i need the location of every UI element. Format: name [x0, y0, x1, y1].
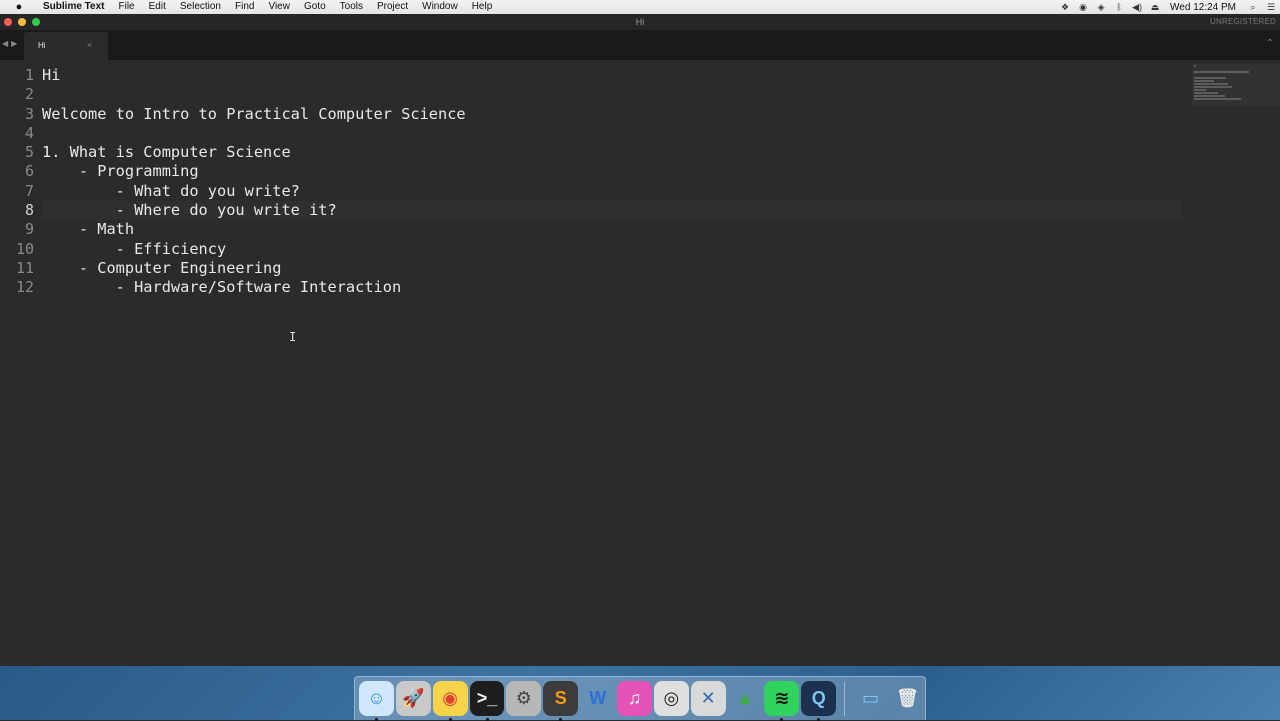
code-line[interactable]: Hi [42, 66, 1182, 85]
line-number: 9 [24, 220, 34, 239]
line-number: 5 [24, 143, 34, 162]
minimap-line [1194, 77, 1227, 79]
tab-previous-icon[interactable]: ◀ [2, 39, 8, 48]
minimap-line [1194, 92, 1218, 94]
minimap-line [1194, 65, 1197, 67]
menu-file[interactable]: File [112, 0, 142, 14]
line-number: 7 [24, 181, 34, 200]
minimap-line [1194, 83, 1228, 85]
line-number: 10 [15, 239, 34, 258]
code-line[interactable]: - Hardware/Software Interaction [42, 278, 1182, 297]
line-number: 4 [24, 123, 34, 142]
minimap[interactable] [1192, 64, 1280, 106]
chevron-up-icon[interactable]: ⌃ [1266, 38, 1274, 49]
code-line[interactable]: Welcome to Intro to Practical Computer S… [42, 105, 1182, 124]
editor-area[interactable]: 1 2 3 4 5 6 7 8 9 10 11 12 Hi Welcome to Intro to Pr… [0, 60, 1280, 666]
spotlight-search-icon[interactable]: ⌕ [1244, 2, 1262, 13]
code-line[interactable]: - Math [42, 220, 1182, 239]
apple-menu-icon[interactable]: ● [12, 1, 26, 13]
app-menu[interactable]: Sublime Text [36, 0, 112, 14]
window-title: Hi [635, 17, 645, 27]
downloads-folder-icon[interactable]: ▭ [853, 681, 888, 716]
itunes-icon[interactable]: ♫ [617, 681, 652, 716]
clock[interactable]: Wed 12:24 PM [1164, 2, 1244, 13]
minimap-line [1194, 95, 1226, 97]
xcode-icon[interactable]: ✕ [690, 681, 726, 716]
minimap-line [1194, 80, 1215, 82]
word-icon[interactable]: W [580, 681, 615, 716]
code-line[interactable]: - Computer Engineering [42, 259, 1182, 278]
volume-icon[interactable]: ◀) [1128, 2, 1146, 13]
line-number: 2 [24, 85, 34, 104]
menu-project[interactable]: Project [370, 0, 415, 14]
line-number: 11 [15, 258, 34, 277]
menu-selection[interactable]: Selection [173, 0, 228, 14]
menu-tools[interactable]: Tools [333, 0, 370, 14]
chrome-icon[interactable]: ◉ [432, 681, 468, 721]
record-icon[interactable]: ◉ [1074, 2, 1092, 13]
code-line[interactable]: 1. What is Computer Science [42, 143, 1182, 162]
unregistered-label: UNREGISTERED [1210, 17, 1276, 26]
menu-help[interactable]: Help [465, 0, 500, 14]
notification-center-icon[interactable]: ☰ [1262, 2, 1280, 13]
minimap-line [1194, 71, 1250, 73]
menu-find[interactable]: Find [228, 0, 261, 14]
finder-icon[interactable]: ☺ [359, 681, 394, 721]
dropbox-icon[interactable]: ❖ [1056, 2, 1074, 13]
minimap-line [1194, 89, 1206, 91]
menu-window[interactable]: Window [415, 0, 465, 14]
spotify-icon[interactable]: ≋ [764, 681, 800, 721]
tab-bar: ◀ ▶ Hi × ⌃ [0, 30, 1280, 60]
tab-hi[interactable]: Hi × [24, 32, 108, 60]
trash-icon[interactable]: 🗑 [890, 681, 925, 716]
line-number: 6 [24, 162, 34, 181]
text-cursor-icon: I [289, 330, 297, 344]
dock-separator [844, 681, 846, 716]
desktop-background: ☺ 🚀 ◉ >_ ⚙ S W ♫ ◎ ✕ ▲ ≋ Q ▭ 🗑 [0, 666, 1280, 721]
disk-utility-icon[interactable]: ◎ [653, 681, 689, 716]
line-number: 1 [24, 66, 34, 84]
line-number: 8 [24, 201, 34, 220]
android-studio-icon[interactable]: ▲ [728, 681, 763, 716]
terminal-icon[interactable]: >_ [469, 681, 505, 721]
line-number: 3 [24, 104, 34, 123]
menu-bar: ● Sublime Text File Edit Selection Find … [0, 0, 1280, 14]
tab-label: Hi [38, 41, 46, 50]
launchpad-icon[interactable]: 🚀 [395, 681, 431, 716]
line-number: 12 [15, 278, 34, 297]
eject-icon[interactable]: ⏏ [1146, 2, 1164, 13]
window-title-bar: Hi UNREGISTERED [0, 14, 1280, 30]
code-text-area[interactable]: Hi Welcome to Intro to Practical Computer… [42, 66, 1182, 298]
code-line[interactable]: - Efficiency [42, 240, 1182, 259]
code-line[interactable]: - What do you write? [42, 182, 1182, 201]
code-line[interactable]: - Where do you write it? [42, 201, 1182, 221]
bluetooth-icon[interactable]: ᛒ [1110, 2, 1128, 12]
menu-edit[interactable]: Edit [142, 0, 173, 14]
status-area: ❖ ◉ ◈ ᛒ ◀) ⏏ Wed 12:24 PM ⌕ ☰ [1056, 0, 1280, 14]
menu-view[interactable]: View [261, 0, 297, 14]
vpn-lock-icon[interactable]: ◈ [1092, 2, 1110, 13]
code-line[interactable]: - Programming [42, 162, 1182, 181]
tab-nav-arrows: ◀ ▶ [2, 39, 17, 48]
minimap-line [1194, 86, 1233, 88]
line-number-gutter: 1 2 3 4 5 6 7 8 9 10 11 12 [0, 66, 34, 298]
tab-close-icon[interactable]: × [87, 40, 92, 50]
dock: ☺ 🚀 ◉ >_ ⚙ S W ♫ ◎ ✕ ▲ ≋ Q ▭ 🗑 [354, 676, 926, 721]
minimap-line [1194, 98, 1241, 100]
system-preferences-icon[interactable]: ⚙ [506, 681, 542, 716]
tab-next-icon[interactable]: ▶ [11, 39, 17, 48]
code-line[interactable] [42, 124, 1182, 143]
menu-goto[interactable]: Goto [297, 0, 333, 14]
sublime-text-icon[interactable]: S [543, 681, 579, 721]
quicktime-icon[interactable]: Q [801, 681, 837, 721]
code-line[interactable] [42, 85, 1182, 104]
